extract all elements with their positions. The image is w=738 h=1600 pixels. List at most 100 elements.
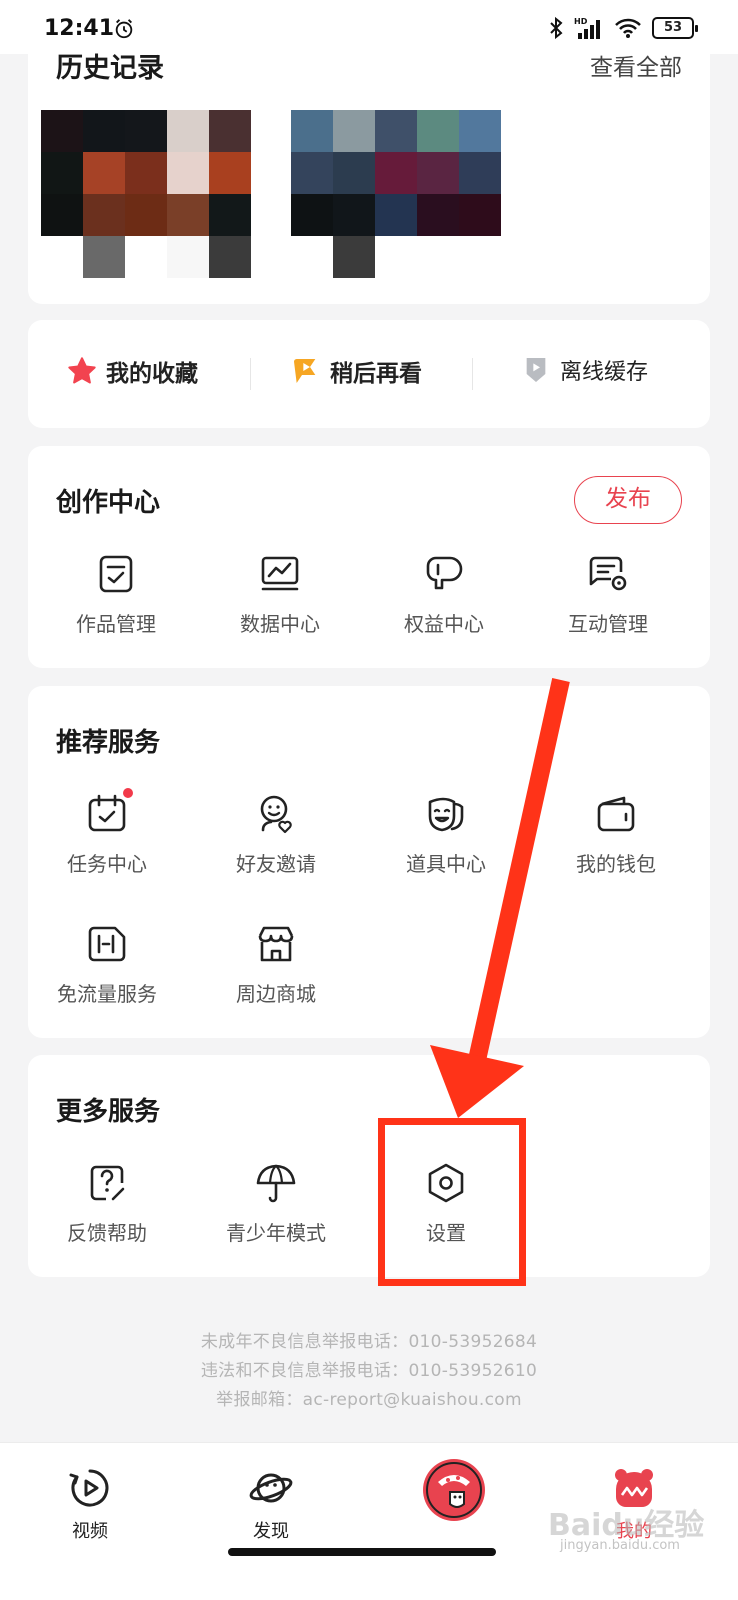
benefits-center-label: 权益中心 [404,612,484,636]
history-thumbnail-1[interactable] [41,110,251,278]
mosaic-cell [83,110,125,152]
notification-dot [123,788,133,798]
status-time: 12:41 [44,16,115,41]
data-center-label: 数据中心 [240,612,320,636]
mosaic-cell [333,152,375,194]
mosaic-cell [167,110,209,152]
works-manage-label: 作品管理 [76,612,156,636]
home-indicator[interactable] [228,1548,496,1556]
report-email: 举报邮箱：ac-report@kuaishou.com [216,1390,522,1410]
feedback-help-icon [90,1165,125,1201]
mosaic-cell [209,194,251,236]
network-label: HD [574,17,588,26]
props-center-button[interactable]: 道具中心 [371,792,521,877]
alarm-clock-icon [115,19,133,39]
mosaic-cell [41,236,83,278]
mosaic-cell [41,152,83,194]
invite-friends-button[interactable]: 好友邀请 [201,792,351,877]
mosaic-cell [291,110,333,152]
mosaic-cell [459,152,501,194]
mosaic-cell [291,152,333,194]
mosaic-cell [375,194,417,236]
history-card: 历史记录 查看全部 [28,40,710,304]
mosaic-cell [459,194,501,236]
bluetooth-icon [550,16,563,40]
mosaic-cell [167,236,209,278]
merch-shop-button[interactable]: 周边商城 [201,922,351,1007]
mosaic-cell [375,236,417,278]
teen-mode-button[interactable]: 青少年模式 [201,1161,351,1246]
invite-friend-icon [260,795,292,834]
free-data-service-label: 免流量服务 [57,982,157,1006]
props-mask-icon [428,797,464,832]
offline-cache-button[interactable]: 离线缓存 [520,354,648,386]
mosaic-cell [333,236,375,278]
watch-later-button[interactable]: 稍后再看 [290,354,422,388]
mosaic-cell [417,194,459,236]
star-icon [68,357,96,384]
task-center-label: 任务中心 [67,852,147,876]
creation-center-title: 创作中心 [56,488,161,518]
wifi-icon [615,18,641,38]
history-thumbnail-2[interactable] [291,110,501,278]
baidu-watermark-url: jingyan.baidu.com [560,1538,680,1553]
umbrella-icon [256,1164,296,1203]
mosaic-cell [459,236,501,278]
benefits-center-button[interactable]: 权益中心 [369,552,519,637]
nav-discover-tab[interactable]: 发现 [221,1465,321,1543]
mosaic-cell [41,110,83,152]
quick-actions-card: 我的收藏 稍后再看 离线缓存 [28,320,710,428]
feedback-help-button[interactable]: 反馈帮助 [32,1161,182,1246]
mosaic-cell [125,110,167,152]
report-info-footer: 未成年不良信息举报电话：010-53952684 违法和不良信息举报电话：010… [0,1328,738,1415]
center-avatar-button[interactable] [423,1459,485,1521]
recommended-services-title: 推荐服务 [56,728,161,758]
mosaic-cell [209,152,251,194]
history-view-all-link[interactable]: 查看全部 [590,48,682,82]
shop-icon [258,926,294,962]
divider [472,358,473,390]
creation-center-card: 创作中心 发布 作品管理 数据中心 权益中心 互动管理 [28,446,710,668]
favorites-button[interactable]: 我的收藏 [66,354,198,388]
recommended-services-card: 推荐服务 任务中心 好友邀请 道具中心 我的钱包 免流量服务 周边商城 [28,686,710,1038]
mosaic-cell [333,194,375,236]
data-center-button[interactable]: 数据中心 [205,552,355,637]
works-manage-button[interactable]: 作品管理 [41,552,191,637]
mosaic-cell [291,236,333,278]
nav-video-tab[interactable]: 视频 [40,1465,140,1543]
divider [250,358,251,390]
mosaic-cell [125,194,167,236]
mosaic-cell [41,194,83,236]
illegal-report-phone: 违法和不良信息举报电话：010-53952610 [200,1361,538,1381]
annotation-highlight-box [378,1118,526,1286]
mosaic-cell [167,194,209,236]
free-data-service-button[interactable]: 免流量服务 [32,922,182,1007]
props-center-label: 道具中心 [406,852,486,876]
wallet-label: 我的钱包 [576,852,656,876]
task-center-button[interactable]: 任务中心 [32,788,182,877]
wallet-button[interactable]: 我的钱包 [541,792,691,877]
data-center-icon [261,556,299,591]
mascot-avatar-icon [426,1462,482,1518]
mosaic-cell [333,110,375,152]
more-services-card: 更多服务 反馈帮助 青少年模式 设置 [28,1055,710,1277]
nav-discover-label: 发现 [253,1521,289,1542]
mosaic-cell [83,152,125,194]
watch-later-icon [294,359,316,383]
more-services-title: 更多服务 [56,1097,161,1127]
mosaic-cell [125,236,167,278]
mosaic-cell [209,236,251,278]
teen-mode-label: 青少年模式 [226,1221,326,1245]
interaction-manage-button[interactable]: 互动管理 [533,552,683,637]
status-icons: HD 53 [548,16,698,40]
publish-button[interactable]: 发布 [574,476,682,524]
feedback-help-label: 反馈帮助 [67,1221,147,1245]
merch-shop-label: 周边商城 [236,982,316,1006]
works-manage-icon [99,555,133,593]
wallet-icon [597,796,635,832]
invite-friends-label: 好友邀请 [236,852,316,876]
interaction-manage-label: 互动管理 [568,612,648,636]
mosaic-cell [375,110,417,152]
cellular-signal-icon: HD [574,17,600,39]
benefits-icon [426,556,463,590]
